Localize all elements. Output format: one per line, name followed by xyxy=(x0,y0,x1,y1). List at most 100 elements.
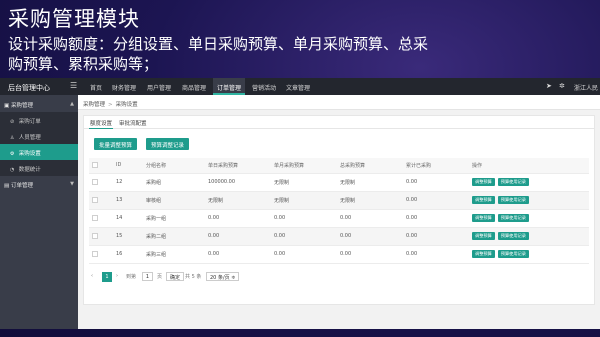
cell-monthly: 无限制 xyxy=(271,173,337,192)
goto-suffix: 页 xyxy=(157,274,163,280)
sidebar-group-label: 采购管理 xyxy=(10,103,33,109)
column-header: 分组名称 xyxy=(143,158,205,174)
cell-id: 13 xyxy=(113,191,143,210)
cell-daily: 0.00 xyxy=(205,227,271,246)
cell-actions: 调整预算 预算使用记录 xyxy=(469,173,589,192)
prev-page-button[interactable]: ‹ xyxy=(91,273,93,279)
chevron-up-icon: ▲ xyxy=(70,101,74,107)
usage-log-button[interactable]: 预算使用记录 xyxy=(497,178,529,186)
table-row: 13 审核组 无限制 无限制 无限制 0.00 调整预算 预算使用记录 xyxy=(89,191,589,210)
sidebar-item-orders[interactable]: ⊘ 采购订单 xyxy=(0,112,78,128)
adjust-budget-button[interactable]: 调整预算 xyxy=(472,232,495,240)
select-all-checkbox[interactable] xyxy=(89,158,113,174)
user-icon: ♙ xyxy=(10,135,15,141)
column-header: 单日采购预算 xyxy=(205,158,271,174)
row-checkbox[interactable] xyxy=(89,245,113,264)
row-checkbox[interactable] xyxy=(89,173,113,192)
nav-articles[interactable]: 文章管理 xyxy=(286,83,310,92)
sidebar-item-settings[interactable]: ⚙ 采购设置 xyxy=(0,144,78,160)
column-header: 累计已采购 xyxy=(403,158,469,174)
batch-adjust-button[interactable]: 批量调整预算 xyxy=(94,138,138,150)
cell-group: 采购二组 xyxy=(143,227,205,246)
cell-id: 16 xyxy=(113,245,143,264)
tab-quota[interactable]: 额度设置 xyxy=(88,119,114,129)
nav-marketing[interactable]: 营销活动 xyxy=(252,83,276,92)
sidebar-group-purchase[interactable]: ▣ 采购管理 ▲ xyxy=(0,97,78,110)
adjust-budget-button[interactable]: 调整预算 xyxy=(472,178,495,186)
user-name[interactable]: 浙江人民 xyxy=(574,83,598,92)
nav-users[interactable]: 用户管理 xyxy=(147,83,171,92)
goto-label: 到第 xyxy=(126,274,137,280)
usage-log-button[interactable]: 预算使用记录 xyxy=(497,214,529,222)
goto-page-input[interactable]: 1 xyxy=(142,272,153,281)
usage-log-button[interactable]: 预算使用记录 xyxy=(497,250,529,258)
cell-daily: 100000.00 xyxy=(205,173,271,192)
chart-icon: ◔ xyxy=(10,167,15,173)
column-header: 单月采购预算 xyxy=(271,158,337,174)
usage-log-button[interactable]: 预算使用记录 xyxy=(497,232,529,240)
sidebar-item-label: 数据统计 xyxy=(18,167,41,173)
sidebar-item-stats[interactable]: ◔ 数据统计 xyxy=(0,160,78,176)
breadcrumb-item[interactable]: 采购管理 xyxy=(83,102,105,108)
cell-group: 采购三组 xyxy=(143,245,205,264)
cell-total: 0.00 xyxy=(337,245,403,264)
sidebar: ▣ 采购管理 ▲ ⊘ 采购订单 ♙ 人员管理 ⚙ 采购设置 ◔ 数据统计 ▤ 订… xyxy=(0,95,78,329)
cell-group: 审核组 xyxy=(143,191,205,210)
admin-screenshot: 后台管理中心 ☰ 首页 财务管理 用户管理 商品管理 订单管理 营销活动 文章管… xyxy=(0,78,600,329)
nav-home[interactable]: 首页 xyxy=(90,83,102,92)
cell-total: 无限制 xyxy=(337,173,403,192)
current-page-button[interactable]: 1 xyxy=(102,272,112,282)
total-count: 共 5 条 xyxy=(185,274,202,280)
table-row: 15 采购二组 0.00 0.00 0.00 0.00 调整预算 预算使用记录 xyxy=(89,227,589,246)
cell-monthly: 0.00 xyxy=(271,227,337,246)
cell-daily: 无限制 xyxy=(205,191,271,210)
adjust-log-button[interactable]: 预算调整记录 xyxy=(146,138,190,150)
cell-id: 15 xyxy=(113,227,143,246)
cell-total: 0.00 xyxy=(337,227,403,246)
adjust-budget-button[interactable]: 调整预算 xyxy=(472,250,495,258)
row-checkbox[interactable] xyxy=(89,227,113,246)
cell-purchased: 0.00 xyxy=(403,191,469,210)
cell-total: 0.00 xyxy=(337,209,403,228)
sidebar-item-staff[interactable]: ♙ 人员管理 xyxy=(0,128,78,144)
tab-approval[interactable]: 审批流配置 xyxy=(119,119,147,127)
nav-products[interactable]: 商品管理 xyxy=(182,83,206,92)
settings-icon: ⚙ xyxy=(10,151,15,157)
nav-finance[interactable]: 财务管理 xyxy=(112,83,136,92)
cell-monthly: 0.00 xyxy=(271,245,337,264)
adjust-budget-button[interactable]: 调整预算 xyxy=(472,196,495,204)
table-row: 12 采购组 100000.00 无限制 无限制 0.00 调整预算 预算使用记录 xyxy=(89,173,589,192)
cell-actions: 调整预算 预算使用记录 xyxy=(469,209,589,228)
link-icon: ⊘ xyxy=(10,119,15,125)
cell-actions: 调整预算 预算使用记录 xyxy=(469,191,589,210)
nav-orders[interactable]: 订单管理 xyxy=(213,78,246,95)
usage-log-button[interactable]: 预算使用记录 xyxy=(497,196,529,204)
tab-bar: 额度设置 审批流配置 xyxy=(84,116,594,129)
table-row: 14 采购一组 0.00 0.00 0.00 0.00 调整预算 预算使用记录 xyxy=(89,209,589,228)
slide-description: 设计采购额度：分组设置、单日采购预算、单月采购预算、总采购预算、累积采购等； xyxy=(8,35,429,73)
adjust-budget-button[interactable]: 调整预算 xyxy=(472,214,495,222)
cell-monthly: 无限制 xyxy=(271,191,337,210)
settings-panel: 额度设置 审批流配置 批量调整预算 预算调整记录 ID 分组名称 单日采购预算 … xyxy=(83,115,595,305)
cell-purchased: 0.00 xyxy=(403,245,469,264)
cell-id: 12 xyxy=(113,173,143,192)
slide-title: 采购管理模块 xyxy=(8,7,140,31)
menu-icon[interactable]: ☰ xyxy=(70,81,77,90)
cell-group: 采购一组 xyxy=(143,209,205,228)
row-checkbox[interactable] xyxy=(89,191,113,210)
gear-icon[interactable]: ✲ xyxy=(559,82,565,90)
cell-id: 14 xyxy=(113,209,143,228)
row-checkbox[interactable] xyxy=(89,209,113,228)
main-content: 采购管理 > 采购设置 额度设置 审批流配置 批量调整预算 预算调整记录 ID 分组… xyxy=(78,95,600,329)
sidebar-item-label: 人员管理 xyxy=(18,135,41,141)
goto-confirm-button[interactable]: 确定 xyxy=(166,272,185,281)
next-page-button[interactable]: › xyxy=(116,273,118,279)
table-row: 16 采购三组 0.00 0.00 0.00 0.00 调整预算 预算使用记录 xyxy=(89,245,589,264)
send-icon[interactable]: ➤ xyxy=(546,82,552,90)
column-header: 总采购预算 xyxy=(337,158,403,174)
cell-purchased: 0.00 xyxy=(403,227,469,246)
sidebar-group-orders[interactable]: ▤ 订单管理 ▼ xyxy=(0,177,78,190)
cell-monthly: 0.00 xyxy=(271,209,337,228)
page-size-select[interactable]: 20 条/页 ≑ xyxy=(206,272,240,281)
cell-group: 采购组 xyxy=(143,173,205,192)
